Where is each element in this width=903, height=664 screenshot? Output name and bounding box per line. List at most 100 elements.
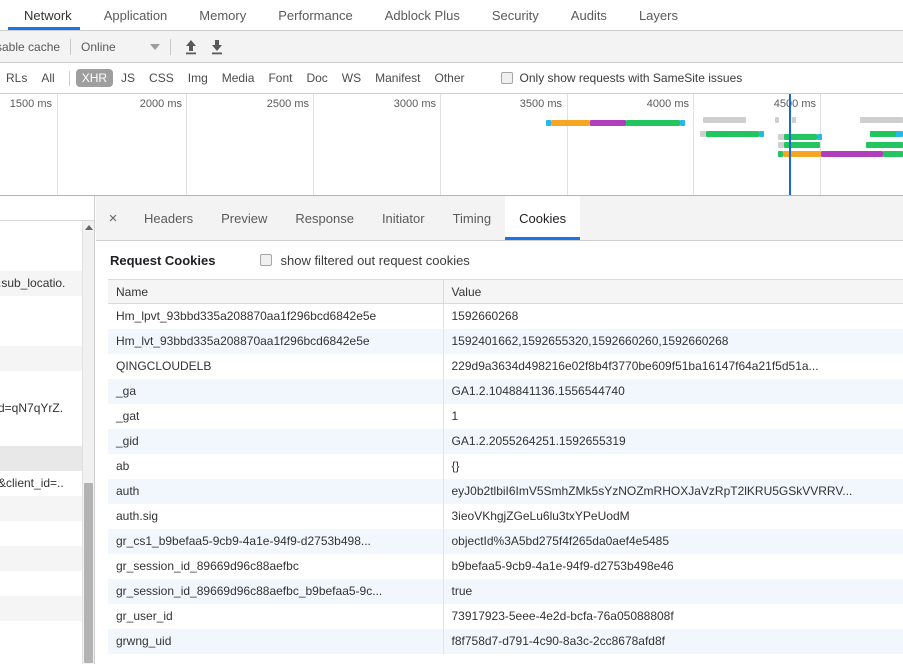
panel-tab-layers[interactable]: Layers <box>623 0 694 30</box>
close-icon[interactable]: × <box>96 196 130 240</box>
panel-tab-security[interactable]: Security <box>476 0 555 30</box>
cookie-table-row[interactable]: ab{} <box>108 453 903 479</box>
disable-cache-checkbox-label[interactable]: sable cache <box>0 40 60 54</box>
cookie-value-cell[interactable]: 1 <box>443 404 903 429</box>
cookie-table-row[interactable]: Hm_lpvt_93bbd335a208870aa1f296bcd6842e5e… <box>108 303 903 329</box>
request-list-item[interactable] <box>0 221 94 246</box>
cookie-value-cell[interactable]: f8f758d7-d791-4c90-8a3c-2cc8678afd8f <box>443 628 903 654</box>
detail-tab-response[interactable]: Response <box>281 196 368 240</box>
cookie-table-row[interactable]: Hm_lvt_93bbd335a208870aa1f296bcd6842e5e 1… <box>108 328 903 354</box>
download-arrow-icon[interactable] <box>207 37 227 57</box>
filter-type-css[interactable]: CSS <box>143 69 180 87</box>
cookie-table-row[interactable]: _gat 1 <box>108 403 903 429</box>
filter-type-all[interactable]: All <box>35 69 60 87</box>
scroll-up-arrow-icon[interactable] <box>85 225 93 230</box>
cookie-name-cell[interactable]: QINGCLOUDELB <box>108 353 444 379</box>
cookie-value-cell[interactable]: 229d9a3634d498216e02f8b4f3770be609f51ba1… <box>443 354 903 379</box>
request-list-item[interactable] <box>0 571 94 596</box>
request-list-item[interactable] <box>0 496 94 521</box>
cookie-value-cell[interactable]: objectId%3A5bd275f4f265da0aef4e5485 <box>443 528 903 554</box>
cookie-value-cell[interactable]: GA1.2.1048841136.1556544740 <box>443 378 903 404</box>
detail-tab-headers[interactable]: Headers <box>130 196 207 240</box>
cookie-name-cell[interactable]: auth.sig <box>108 503 444 529</box>
network-throttling-select[interactable]: Online <box>81 40 160 54</box>
cookie-table-row[interactable]: gr_cs1_b9befaa5-9cb9-4a1e-94f9-d2753b498… <box>108 528 903 554</box>
filter-type-doc[interactable]: Doc <box>300 69 333 87</box>
detail-tab-timing[interactable]: Timing <box>439 196 506 240</box>
request-list-item[interactable] <box>0 246 94 271</box>
detail-tab-cookies[interactable]: Cookies <box>505 196 581 240</box>
request-list-item[interactable]: &client_id=.. <box>0 471 94 496</box>
upload-arrow-icon[interactable] <box>181 37 201 57</box>
column-header-name[interactable]: Name <box>108 279 444 304</box>
cookie-table-row[interactable]: QINGCLOUDELB 229d9a3634d498216e02f8b4f377… <box>108 353 903 379</box>
cookie-name-cell[interactable]: gr_session_id_89669d96c88aefbc <box>108 553 444 579</box>
cookie-value-cell[interactable]: 73917923-5eee-4e2d-bcfa-76a05088808f <box>443 604 903 629</box>
panel-tab-network[interactable]: Network <box>0 0 88 30</box>
show-filtered-cookies-label[interactable]: show filtered out request cookies <box>280 253 469 268</box>
panel-tab-audits[interactable]: Audits <box>555 0 623 30</box>
cookie-value-cell[interactable]: {} <box>443 454 903 479</box>
request-list-item[interactable]: .sub_locatio. <box>0 271 94 296</box>
request-list-item[interactable] <box>0 621 94 646</box>
request-list-item[interactable] <box>0 446 94 471</box>
cookie-table-row[interactable]: gr_session_id_89669d96c88aefbc b9befaa5-9… <box>108 553 903 579</box>
cookie-table-row[interactable]: auth eyJ0b2tlbiI6ImV5SmhZMk5sYzNOZmRHOXJa… <box>108 478 903 504</box>
filter-type-other[interactable]: Other <box>429 69 471 87</box>
detail-tab-preview[interactable]: Preview <box>207 196 281 240</box>
request-list-item[interactable] <box>0 521 94 546</box>
filter-type-manifest[interactable]: Manifest <box>369 69 426 87</box>
cookie-name-cell[interactable]: gr_session_id_89669d96c88aefbc_b9befaa5-… <box>108 578 444 604</box>
request-list-item[interactable] <box>0 596 94 621</box>
scrollbar-thumb[interactable] <box>84 483 93 663</box>
cookie-name-cell[interactable]: gr_user_id <box>108 603 444 629</box>
cookie-name-cell[interactable]: grwng_uid <box>108 628 444 654</box>
cookie-value-cell[interactable]: true <box>443 578 903 604</box>
cookie-value-cell[interactable]: 3ieoVKhgjZGeLu6lu3txYPeUodM <box>443 504 903 529</box>
show-filtered-cookies-checkbox[interactable] <box>260 254 273 266</box>
cookie-table-row[interactable]: gr_session_id_89669d96c88aefbc_b9befaa5-… <box>108 578 903 604</box>
request-list-item[interactable] <box>0 371 94 396</box>
panel-tab-performance[interactable]: Performance <box>262 0 368 30</box>
request-list-scrollbar[interactable] <box>82 221 94 664</box>
cookie-value-cell[interactable]: eyJ0b2tlbiI6ImV5SmhZMk5sYzNOZmRHOXJaVzRp… <box>443 478 903 504</box>
column-header-value[interactable]: Value <box>443 279 903 304</box>
cookie-value-cell[interactable]: b9befaa5-9cb9-4a1e-94f9-d2753b498e46 <box>443 554 903 579</box>
cookie-name-cell[interactable]: gr_cs1_b9befaa5-9cb9-4a1e-94f9-d2753b498… <box>108 528 444 554</box>
request-list-item[interactable] <box>0 546 94 571</box>
request-list-item[interactable]: d=qN7qYrZ. <box>0 396 94 421</box>
filter-type-xhr[interactable]: XHR <box>75 69 114 87</box>
cookie-table-row[interactable]: grwng_uid f8f758d7-d791-4c90-8a3c-2cc8678… <box>108 628 903 654</box>
cookie-name-cell[interactable]: auth <box>108 478 444 504</box>
detail-tab-initiator[interactable]: Initiator <box>368 196 439 240</box>
filter-type-js[interactable]: JS <box>115 69 141 87</box>
cookie-name-cell[interactable]: Hm_lpvt_93bbd335a208870aa1f296bcd6842e5e <box>108 303 444 329</box>
cookie-value-cell[interactable]: GA1.2.2055264251.1592655319 <box>443 428 903 454</box>
cookie-value-cell[interactable]: 1592401662,1592655320,1592660260,1592660… <box>443 328 903 354</box>
filter-type-font[interactable]: Font <box>262 69 298 87</box>
network-overview-timeline[interactable]: 1500 ms 2000 ms 2500 ms 3000 ms 3500 ms 4000 … <box>0 94 903 196</box>
request-list-item[interactable] <box>0 421 94 446</box>
filter-type-img[interactable]: Img <box>182 69 214 87</box>
request-list-body[interactable]: .sub_locatio. d=qN7qYrZ. &client_id=.. <box>0 221 94 646</box>
samesite-issues-checkbox[interactable] <box>500 72 513 84</box>
panel-tab-adblock-plus[interactable]: Adblock Plus <box>369 0 476 30</box>
cookie-table-row[interactable]: _gid GA1.2.2055264251.1592655319 <box>108 428 903 454</box>
cookie-table-row[interactable]: _ga GA1.2.1048841136.1556544740 <box>108 378 903 404</box>
panel-tab-application[interactable]: Application <box>88 0 184 30</box>
cookie-table-row[interactable]: auth.sig 3ieoVKhgjZGeLu6lu3txYPeUodM <box>108 503 903 529</box>
samesite-issues-label[interactable]: Only show requests with SameSite issues <box>520 71 743 85</box>
cookie-table-row[interactable]: gr_user_id 73917923-5eee-4e2d-bcfa-76a050… <box>108 603 903 629</box>
cookie-name-cell[interactable]: ab <box>108 453 444 479</box>
filter-type-ws[interactable]: WS <box>336 69 367 87</box>
request-list-item[interactable] <box>0 321 94 346</box>
cookie-name-cell[interactable]: _gat <box>108 403 444 429</box>
request-list-item[interactable] <box>0 346 94 371</box>
cookie-name-cell[interactable]: Hm_lvt_93bbd335a208870aa1f296bcd6842e5e <box>108 328 444 354</box>
filter-type-rls[interactable]: RLs <box>0 69 33 87</box>
network-request-list[interactable]: .sub_locatio. d=qN7qYrZ. &client_id=.. <box>0 196 95 664</box>
filter-type-media[interactable]: Media <box>216 69 261 87</box>
cookie-name-cell[interactable]: _gid <box>108 428 444 454</box>
request-list-item[interactable] <box>0 296 94 321</box>
cookie-value-cell[interactable]: 1592660268 <box>443 304 903 329</box>
